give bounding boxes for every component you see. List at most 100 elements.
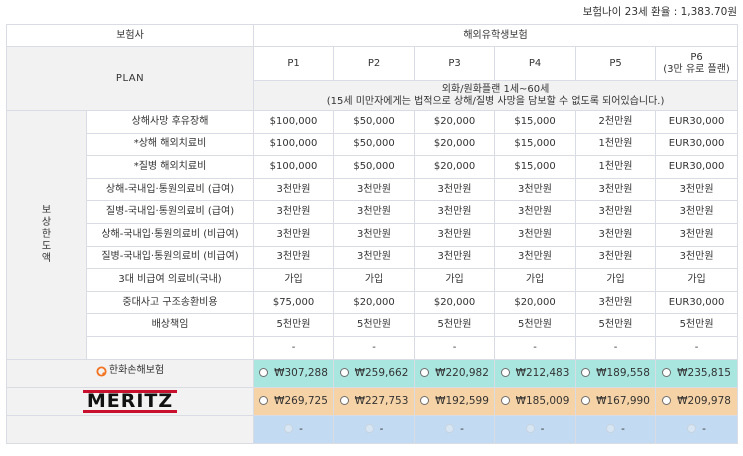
premium-amount: ₩212,483	[515, 366, 570, 379]
plan-label: PLAN	[5, 46, 255, 111]
premium-option-p6[interactable]: ₩209,978	[655, 386, 739, 416]
premium-radio[interactable]	[259, 396, 269, 406]
coverage-name: 질병-국내입·통원의료비 (급여)	[85, 200, 255, 224]
product-header: 해외유학생보험	[253, 24, 739, 47]
coverage-name: 3대 비급여 의료비(국내)	[85, 268, 255, 292]
coverage-value-p1: 3천만원	[253, 177, 335, 202]
premium-radio[interactable]	[662, 396, 672, 406]
coverage-value-p5: 3천만원	[575, 200, 657, 224]
premium-amount: ₩269,725	[274, 394, 328, 407]
coverage-value-p5: 3천만원	[575, 177, 657, 202]
coverage-value-p6: 3천만원	[655, 200, 739, 224]
premium-amount: -	[621, 422, 625, 435]
premium-option-p5[interactable]: ₩167,990	[575, 386, 657, 416]
premium-radio[interactable]	[525, 424, 535, 434]
coverage-name: 상해사망 후유장해	[85, 110, 255, 134]
insurer-name-cell: MERITZ	[5, 386, 255, 416]
coverage-value-p4: 3천만원	[494, 177, 577, 202]
coverage-row: 3대 비급여 의료비(국내) 가입 가입 가입 가입 가입 가입	[7, 268, 739, 292]
insurer-header: 보험사	[5, 24, 255, 47]
premium-option-p1[interactable]: ₩307,288	[253, 358, 335, 388]
premium-option-p2[interactable]: ₩259,662	[333, 358, 416, 388]
coverage-value-p5: -	[575, 335, 657, 360]
coverage-group-char: 보	[41, 204, 52, 216]
premium-option-p3[interactable]: -	[414, 414, 496, 444]
premium-radio[interactable]	[662, 368, 672, 378]
premium-option-p4[interactable]: ₩185,009	[494, 386, 577, 416]
premium-option-p1[interactable]: ₩269,725	[253, 386, 335, 416]
premium-amount: ₩307,288	[274, 366, 328, 379]
meritz-logo: MERITZ	[82, 389, 178, 413]
coverage-value-p2: $50,000	[333, 155, 416, 179]
coverage-value-p2: -	[333, 335, 416, 360]
coverage-row: 상해-국내입·통원의료비 (비급여) 3천만원 3천만원 3천만원 3천만원 3천만원 3천…	[7, 222, 739, 247]
insurer-premium-row: ------	[5, 414, 739, 444]
insurer-premium-row: 한화손해보험 ₩307,288 ₩259,662 ₩220,982 ₩212,483 ₩1…	[5, 358, 739, 388]
coverage-value-p4: $20,000	[494, 290, 577, 315]
premium-option-p2[interactable]: -	[333, 414, 416, 444]
coverage-value-p2: 3천만원	[333, 177, 416, 202]
premium-amount: -	[540, 422, 545, 435]
coverage-value-p5: 가입	[575, 268, 657, 292]
premium-option-p4[interactable]: -	[494, 414, 577, 444]
coverage-value-p4: 3천만원	[494, 245, 577, 270]
coverage-value-p3: 3천만원	[414, 222, 496, 247]
coverage-value-p5: 3천만원	[575, 222, 657, 247]
premium-option-p6[interactable]: ₩235,815	[655, 358, 739, 388]
premium-option-p1[interactable]: -	[253, 414, 335, 444]
coverage-value-p6: 3천만원	[655, 222, 739, 247]
premium-radio[interactable]	[687, 424, 697, 434]
coverage-row: *상해 해외치료비 $100,000 $50,000 $20,000 $15,000 1천…	[7, 132, 739, 157]
page: 보험나이 23세 환율 : 1,383.70원 보험사 해외유학생보험 PLAN…	[0, 0, 743, 456]
premium-option-p6[interactable]: -	[655, 414, 739, 444]
coverage-value-p1: 3천만원	[253, 222, 335, 247]
hanwha-mark-icon	[96, 366, 107, 377]
premium-radio[interactable]	[339, 368, 349, 378]
premium-option-p4[interactable]: ₩212,483	[494, 358, 577, 388]
premium-radio[interactable]	[606, 424, 616, 434]
plan-p6-label: P6	[690, 51, 703, 63]
coverage-value-p1: 3천만원	[253, 245, 335, 270]
coverage-value-p3: 가입	[414, 268, 496, 292]
coverage-value-p5: 2천만원	[575, 110, 657, 134]
premium-amount: ₩185,009	[515, 394, 570, 407]
coverage-row: 질병-국내입·통원의료비 (급여) 3천만원 3천만원 3천만원 3천만원 3천만원 3천만…	[7, 200, 739, 224]
coverage-name: 중대사고 구조송환비용	[85, 290, 255, 315]
premium-radio[interactable]	[420, 396, 430, 406]
premium-amount: -	[460, 422, 464, 435]
premium-option-p5[interactable]: ₩189,558	[575, 358, 657, 388]
plan-p2-header: P2	[333, 46, 416, 81]
coverage-value-p5: 5천만원	[575, 313, 657, 337]
coverage-value-p4: -	[494, 335, 577, 360]
premium-radio[interactable]	[339, 396, 349, 406]
premium-radio[interactable]	[581, 368, 591, 378]
premium-option-p2[interactable]: ₩227,753	[333, 386, 416, 416]
coverage-value-p2: $20,000	[333, 290, 416, 315]
plan-p5-header: P5	[575, 46, 657, 81]
coverage-group-char: 상	[41, 216, 52, 228]
coverage-name: 배상책임	[85, 313, 255, 337]
coverage-row: 보 상 한 도 액 상해사망 후유장해 $100,000 $50,000 $20,000 $15,…	[6, 110, 739, 360]
coverage-value-p4: $15,000	[494, 110, 577, 134]
coverage-value-p4: 가입	[494, 268, 577, 292]
premium-radio[interactable]	[581, 396, 591, 406]
premium-radio[interactable]	[500, 368, 510, 378]
premium-radio[interactable]	[259, 368, 269, 378]
premium-radio[interactable]	[445, 424, 455, 434]
age-exchange-rate-note: 보험나이 23세 환율 : 1,383.70원	[582, 6, 737, 18]
hanwha-logo-text: 한화손해보험	[108, 365, 165, 377]
premium-amount: ₩209,978	[677, 394, 731, 407]
premium-amount: ₩167,990	[596, 394, 650, 407]
coverage-value-p6: 3천만원	[655, 245, 739, 270]
premium-option-p3[interactable]: ₩220,982	[414, 358, 496, 388]
coverage-group-char: 도	[41, 240, 52, 252]
premium-option-p5[interactable]: -	[575, 414, 657, 444]
premium-option-p3[interactable]: ₩192,599	[414, 386, 496, 416]
premium-radio[interactable]	[500, 396, 510, 406]
plan-p1-header: P1	[253, 46, 335, 81]
coverage-value-p6: EUR30,000	[655, 290, 739, 315]
insurer-name-cell	[5, 414, 255, 444]
premium-radio[interactable]	[364, 424, 374, 434]
premium-radio[interactable]	[284, 424, 294, 434]
premium-radio[interactable]	[420, 368, 430, 378]
